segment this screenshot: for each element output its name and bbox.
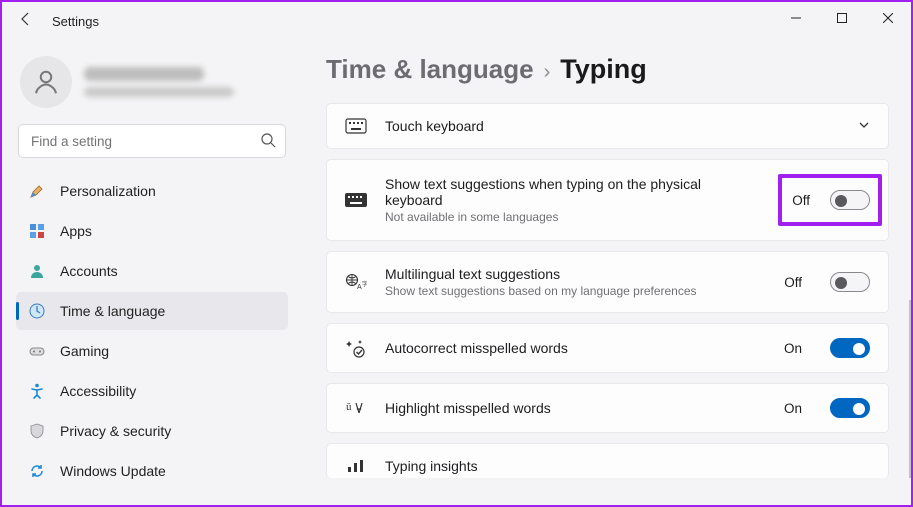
sidebar-item-label: Personalization — [60, 183, 156, 199]
breadcrumb-current: Typing — [560, 54, 646, 85]
card-title: Show text suggestions when typing on the… — [385, 176, 760, 208]
toggle-physical-suggestions[interactable] — [830, 190, 870, 210]
sidebar-item-personalization[interactable]: Personalization — [16, 172, 288, 210]
highlight-annotation: Off — [778, 174, 882, 226]
sidebar-scrollbar[interactable] — [909, 300, 911, 478]
toggle-state-label: On — [784, 401, 802, 416]
update-icon — [28, 462, 46, 480]
paintbrush-icon — [28, 182, 46, 200]
card-multilingual[interactable]: A字 Multilingual text suggestions Show te… — [326, 251, 889, 313]
card-title: Touch keyboard — [385, 118, 840, 134]
keyboard-outline-icon — [345, 118, 367, 134]
nav-list: Personalization Apps Accounts Time & lan… — [16, 172, 288, 490]
window-controls — [773, 2, 911, 34]
keyboard-solid-icon — [345, 193, 367, 207]
sidebar-item-privacy-security[interactable]: Privacy & security — [16, 412, 288, 450]
clock-globe-icon — [28, 302, 46, 320]
profile-block[interactable] — [16, 48, 288, 124]
chevron-down-icon — [858, 119, 870, 134]
sidebar-item-label: Privacy & security — [60, 423, 171, 439]
close-button[interactable] — [865, 2, 911, 34]
toggle-multilingual[interactable] — [830, 272, 870, 292]
svg-text:ŭ: ŭ — [346, 401, 352, 413]
card-title: Typing insights — [385, 458, 870, 474]
window-title: Settings — [52, 14, 99, 29]
profile-name-redacted — [84, 67, 204, 81]
shield-icon — [28, 422, 46, 440]
card-highlight-misspelled[interactable]: ŭ Highlight misspelled words On — [326, 383, 889, 433]
titlebar: Settings — [2, 2, 911, 40]
search-icon — [260, 132, 276, 153]
minimize-button[interactable] — [773, 2, 819, 34]
person-icon — [31, 67, 61, 97]
toggle-autocorrect[interactable] — [830, 338, 870, 358]
card-touch-keyboard[interactable]: Touch keyboard — [326, 103, 889, 149]
maximize-button[interactable] — [819, 2, 865, 34]
sidebar-item-label: Gaming — [60, 343, 109, 359]
apps-icon — [28, 222, 46, 240]
spellcheck-icon: ŭ — [345, 399, 367, 417]
breadcrumb-parent[interactable]: Time & language — [326, 54, 534, 85]
card-autocorrect[interactable]: Autocorrect misspelled words On — [326, 323, 889, 373]
sidebar-item-accounts[interactable]: Accounts — [16, 252, 288, 290]
card-typing-insights[interactable]: Typing insights — [326, 443, 889, 478]
sidebar-item-gaming[interactable]: Gaming — [16, 332, 288, 370]
sidebar-item-label: Accessibility — [60, 383, 136, 399]
svg-text:字: 字 — [362, 280, 367, 288]
card-subtitle: Show text suggestions based on my langua… — [385, 284, 766, 298]
profile-text — [84, 67, 234, 97]
sidebar-item-label: Time & language — [60, 303, 165, 319]
breadcrumb: Time & language › Typing — [326, 54, 889, 85]
gamepad-icon — [28, 342, 46, 360]
sidebar-item-accessibility[interactable]: Accessibility — [16, 372, 288, 410]
toggle-state-label: On — [784, 341, 802, 356]
sidebar-item-label: Apps — [60, 223, 92, 239]
accessibility-icon — [28, 382, 46, 400]
toggle-state-label: Off — [792, 193, 810, 208]
accounts-icon — [28, 262, 46, 280]
avatar — [20, 56, 72, 108]
card-title: Multilingual text suggestions — [385, 266, 766, 282]
card-title: Autocorrect misspelled words — [385, 340, 766, 356]
profile-email-redacted — [84, 87, 234, 97]
card-physical-suggestions[interactable]: Show text suggestions when typing on the… — [326, 159, 889, 241]
insights-icon — [345, 458, 367, 474]
globe-translate-icon: A字 — [345, 273, 367, 291]
sidebar-item-apps[interactable]: Apps — [16, 212, 288, 250]
back-button[interactable] — [14, 11, 38, 31]
sidebar-item-label: Windows Update — [60, 463, 166, 479]
toggle-highlight-misspelled[interactable] — [830, 398, 870, 418]
main-content: Time & language › Typing Touch keyboard … — [302, 40, 911, 505]
card-subtitle: Not available in some languages — [385, 210, 760, 224]
chevron-right-icon: › — [544, 61, 551, 84]
card-title: Highlight misspelled words — [385, 400, 766, 416]
wand-check-icon — [345, 338, 367, 358]
sidebar-item-time-language[interactable]: Time & language — [16, 292, 288, 330]
search-input[interactable] — [18, 124, 286, 158]
sidebar: Personalization Apps Accounts Time & lan… — [2, 40, 302, 505]
sidebar-item-windows-update[interactable]: Windows Update — [16, 452, 288, 490]
sidebar-item-label: Accounts — [60, 263, 118, 279]
search-wrap — [18, 124, 286, 158]
toggle-state-label: Off — [784, 275, 802, 290]
